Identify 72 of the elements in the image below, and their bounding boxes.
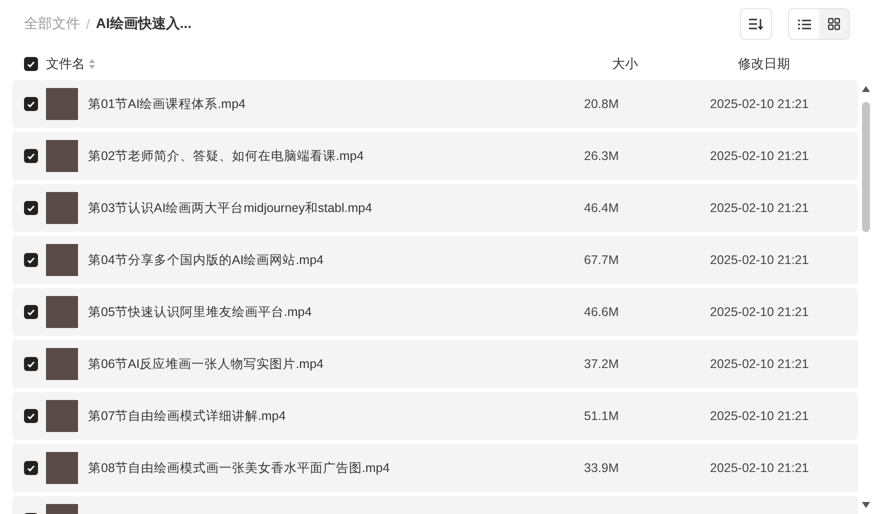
file-size: 46.6M: [584, 305, 620, 319]
modified-date: 2025-02-10 21:21: [710, 97, 810, 111]
file-row[interactable]: 第07节自由绘画模式详细讲解.mp4 51.1M 2025-02-10 21:21: [12, 392, 858, 440]
select-all-checkbox[interactable]: [24, 57, 38, 71]
video-thumbnail-placeholder: [46, 140, 78, 172]
modified-date: 2025-02-10 21:21: [710, 357, 810, 371]
breadcrumb-separator: /: [86, 16, 90, 32]
checkmark-icon: [27, 464, 35, 472]
file-size: 26.3M: [584, 149, 620, 163]
file-name: 第02节老师简介、答疑、如何在电脑端看课.mp4: [88, 148, 364, 164]
file-row[interactable]: 第03节认识AI绘画两大平台midjourney和stabl.mp4 46.4M 2025-02-10 21:21: [12, 184, 858, 232]
file-size: 67.7M: [584, 253, 620, 267]
sort-button[interactable]: [740, 8, 772, 40]
modified-date: 2025-02-10 21:21: [710, 253, 810, 267]
file-name: 第05节快速认识阿里堆友绘画平台.mp4: [88, 304, 312, 320]
file-size: 20.8M: [584, 97, 620, 111]
file-size: 51.1M: [584, 409, 620, 423]
row-checkbox[interactable]: [24, 149, 38, 163]
column-header[interactable]: 文件名: [46, 55, 85, 73]
file-name: 第08节自由绘画模式画一张美女香水平面广告图.mp4: [88, 460, 390, 476]
row-checkbox[interactable]: [24, 97, 38, 111]
breadcrumb-item[interactable]: AI绘画快速入...: [96, 15, 192, 33]
checkmark-icon: [27, 204, 35, 212]
modified-date: 2025-02-10 21:21: [710, 461, 810, 475]
row-checkbox[interactable]: [24, 357, 38, 371]
file-row[interactable]: 第02节老师简介、答疑、如何在电脑端看课.mp4 26.3M 2025-02-10 21:21: [12, 132, 858, 180]
checkmark-icon: [27, 60, 35, 68]
list-icon: [798, 18, 810, 30]
file-name: 第07节自由绘画模式详细讲解.mp4: [88, 408, 286, 424]
modified-date: 2025-02-10 21:21: [710, 149, 810, 163]
column-header: 大小: [612, 55, 639, 73]
file-size: 46.4M: [584, 201, 620, 215]
file-name: 第06节AI反应堆画一张人物写实图片.mp4: [88, 356, 324, 372]
grid-view-button[interactable]: [819, 9, 849, 39]
file-row[interactable]: 第08节自由绘画模式画一张美女香水平面广告图.mp4 33.9M 2025-02-10 21:21: [12, 444, 858, 492]
video-thumbnail-placeholder: [46, 400, 78, 432]
file-size: 37.2M: [584, 357, 620, 371]
scrollbar-thumb[interactable]: [862, 102, 870, 232]
file-row[interactable]: 第06节AI反应堆画一张人物写实图片.mp4 37.2M 2025-02-10 21:21: [12, 340, 858, 388]
checkmark-icon: [27, 152, 35, 160]
video-thumbnail-placeholder: [46, 348, 78, 380]
modified-date: 2025-02-10 21:21: [710, 305, 810, 319]
file-name: 第04节分享多个国内版的AI绘画网站.mp4: [88, 252, 324, 268]
row-checkbox[interactable]: [24, 305, 38, 319]
video-thumbnail-placeholder: [46, 192, 78, 224]
file-size: 33.9M: [584, 461, 620, 475]
checkmark-icon: [27, 360, 35, 368]
column-header: 修改日期: [738, 55, 791, 73]
file-name: 第03节认识AI绘画两大平台midjourney和stabl.mp4: [88, 200, 372, 216]
file-row[interactable]: 第04节分享多个国内版的AI绘画网站.mp4 67.7M 2025-02-10 21:21: [12, 236, 858, 284]
checkmark-icon: [27, 412, 35, 420]
video-thumbnail-placeholder: [46, 88, 78, 120]
checkmark-icon: [27, 308, 35, 316]
row-checkbox[interactable]: [24, 461, 38, 475]
row-checkbox[interactable]: [24, 253, 38, 267]
sort-arrows-icon: [89, 59, 95, 69]
grid-icon: [828, 18, 840, 30]
row-checkbox[interactable]: [24, 409, 38, 423]
file-name: 第01节AI绘画课程体系.mp4: [88, 96, 246, 112]
checkmark-icon: [27, 100, 35, 108]
modified-date: 2025-02-10 21:21: [710, 409, 810, 423]
video-thumbnail-placeholder: [46, 452, 78, 484]
video-thumbnail-placeholder: [46, 296, 78, 328]
video-thumbnail-placeholder: [46, 244, 78, 276]
file-row[interactable]: 第05节快速认识阿里堆友绘画平台.mp4 46.6M 2025-02-10 21:21: [12, 288, 858, 336]
scroll-up-icon[interactable]: [862, 86, 870, 92]
row-checkbox[interactable]: [24, 201, 38, 215]
modified-date: 2025-02-10 21:21: [710, 201, 810, 215]
file-row[interactable]: 第01节AI绘画课程体系.mp4 20.8M 2025-02-10 21:21: [12, 80, 858, 128]
scroll-down-icon[interactable]: [862, 502, 870, 508]
sort-icon: [749, 18, 763, 30]
checkmark-icon: [27, 256, 35, 264]
